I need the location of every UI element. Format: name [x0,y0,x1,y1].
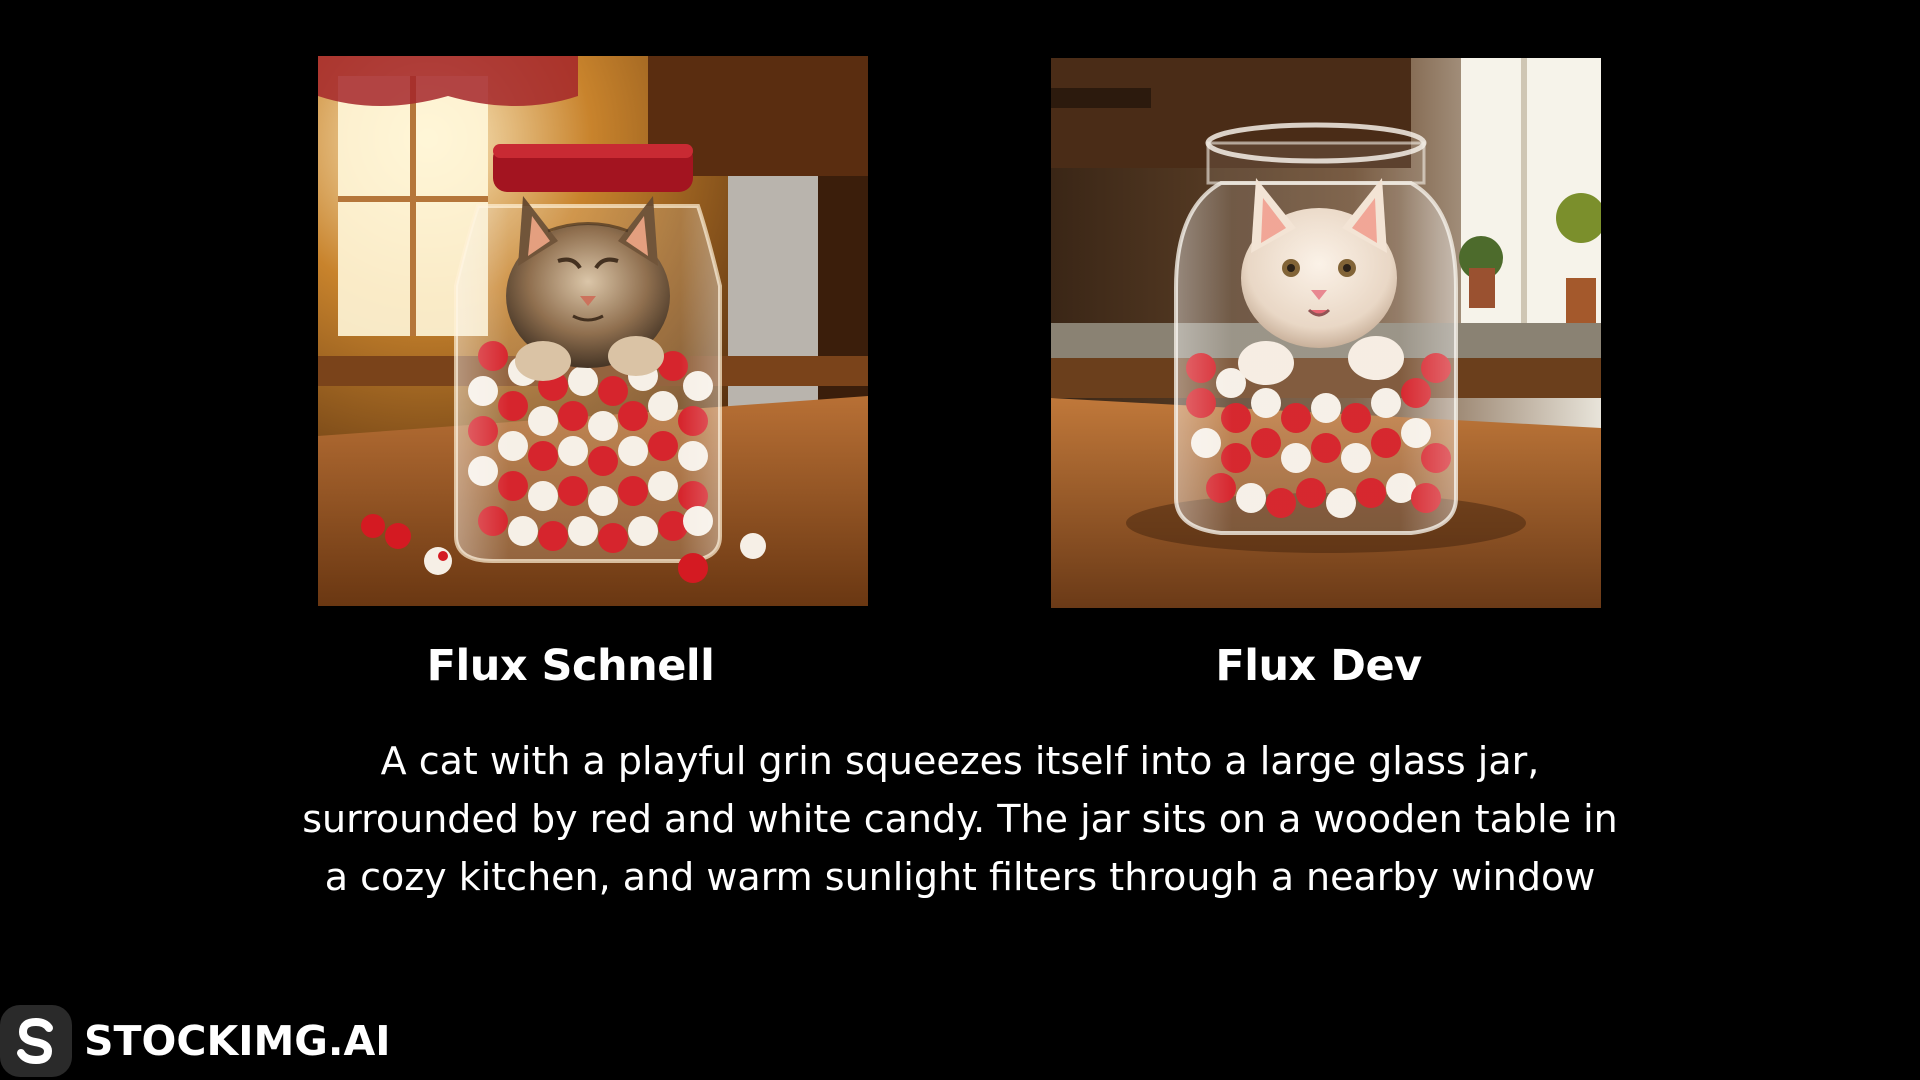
flux-schnell-image [318,56,868,606]
stockimg-s-logo-icon [0,1005,72,1077]
flux-dev-label: Flux Dev [1215,641,1422,691]
brand-logo: STOCKIMG.AI [0,1004,390,1078]
brand-name: STOCKIMG.AI [84,1017,391,1065]
flux-dev-image [1051,58,1601,608]
prompt-description: A cat with a playful grin squeezes itsel… [302,739,1618,899]
flux-schnell-label: Flux Schnell [426,641,715,691]
